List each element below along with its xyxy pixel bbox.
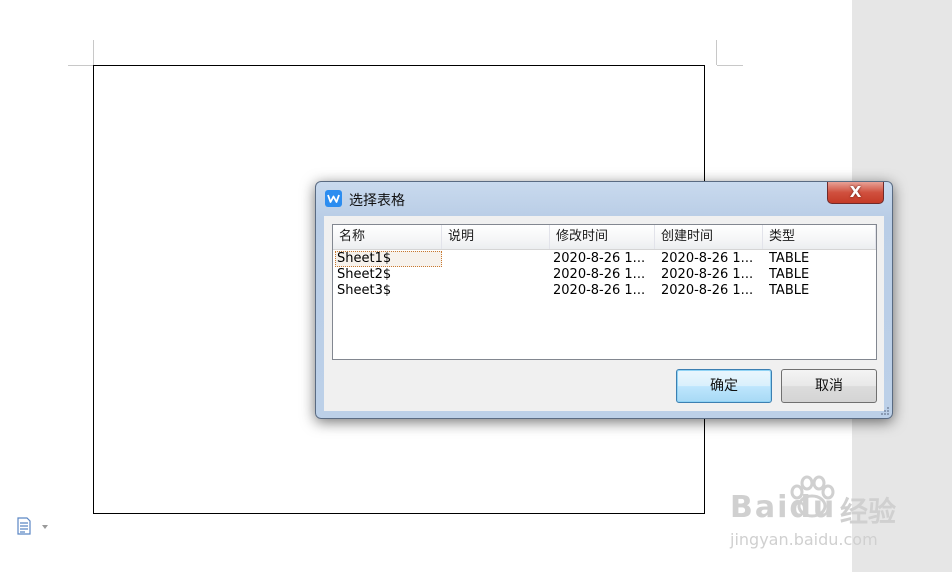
- row-created: 2020-8-26 1...: [661, 267, 754, 282]
- cancel-button[interactable]: 取消: [781, 369, 877, 403]
- row-modified: 2020-8-26 1...: [553, 283, 646, 298]
- row-created: 2020-8-26 1...: [661, 283, 754, 298]
- dialog-title: 选择表格: [349, 193, 405, 209]
- column-header-type[interactable]: 类型: [763, 225, 876, 249]
- resize-grip-icon[interactable]: [880, 406, 890, 416]
- list-header: 名称 说明 修改时间 创建时间 类型: [333, 225, 876, 250]
- crop-mark-top-right-h: [717, 65, 743, 66]
- crop-mark-top-right-v: [716, 40, 717, 65]
- close-button[interactable]: X: [827, 182, 884, 204]
- column-header-description[interactable]: 说明: [442, 225, 550, 249]
- table-row[interactable]: Sheet2$ 2020-8-26 1... 2020-8-26 1... TA…: [333, 267, 876, 283]
- dialog-client-area: 名称 说明 修改时间 创建时间 类型 Sheet1$ 2020-8-26 1..…: [324, 216, 884, 411]
- close-icon: X: [849, 183, 862, 201]
- column-header-modified[interactable]: 修改时间: [550, 225, 655, 249]
- row-description: [446, 251, 546, 267]
- table-row[interactable]: Sheet1$ 2020-8-26 1... 2020-8-26 1... TA…: [333, 251, 876, 267]
- row-modified: 2020-8-26 1...: [553, 267, 646, 282]
- row-name: Sheet1$: [335, 251, 442, 267]
- watermark-brand: Baidu: [730, 490, 837, 525]
- row-description: [446, 283, 546, 299]
- row-type: TABLE: [769, 251, 810, 266]
- wps-app-icon: [325, 190, 342, 207]
- crop-mark-top-left-v: [93, 40, 94, 65]
- table-row[interactable]: Sheet3$ 2020-8-26 1... 2020-8-26 1... TA…: [333, 283, 876, 299]
- row-created: 2020-8-26 1...: [661, 251, 754, 266]
- column-header-name[interactable]: 名称: [333, 225, 442, 249]
- row-modified: 2020-8-26 1...: [553, 251, 646, 266]
- document-options-icon[interactable]: [16, 516, 50, 536]
- dialog-titlebar[interactable]: 选择表格 X: [316, 182, 892, 216]
- ok-button[interactable]: 确定: [676, 369, 772, 403]
- baidu-watermark: Baidu 经验 jingyan.baidu.com: [730, 475, 920, 555]
- table-list[interactable]: 名称 说明 修改时间 创建时间 类型 Sheet1$ 2020-8-26 1..…: [332, 224, 877, 360]
- select-table-dialog: 选择表格 X 名称 说明 修改时间 创建时间 类型 Sheet1$ 2020-8…: [315, 181, 893, 419]
- column-header-created[interactable]: 创建时间: [655, 225, 763, 249]
- watermark-url: jingyan.baidu.com: [730, 530, 878, 549]
- row-name: Sheet3$: [337, 283, 392, 298]
- row-type: TABLE: [769, 267, 810, 282]
- crop-mark-top-left-h: [68, 65, 93, 66]
- row-description: [446, 267, 546, 283]
- row-name: Sheet2$: [337, 267, 392, 282]
- watermark-brand-cn: 经验: [840, 495, 897, 528]
- row-type: TABLE: [769, 283, 810, 298]
